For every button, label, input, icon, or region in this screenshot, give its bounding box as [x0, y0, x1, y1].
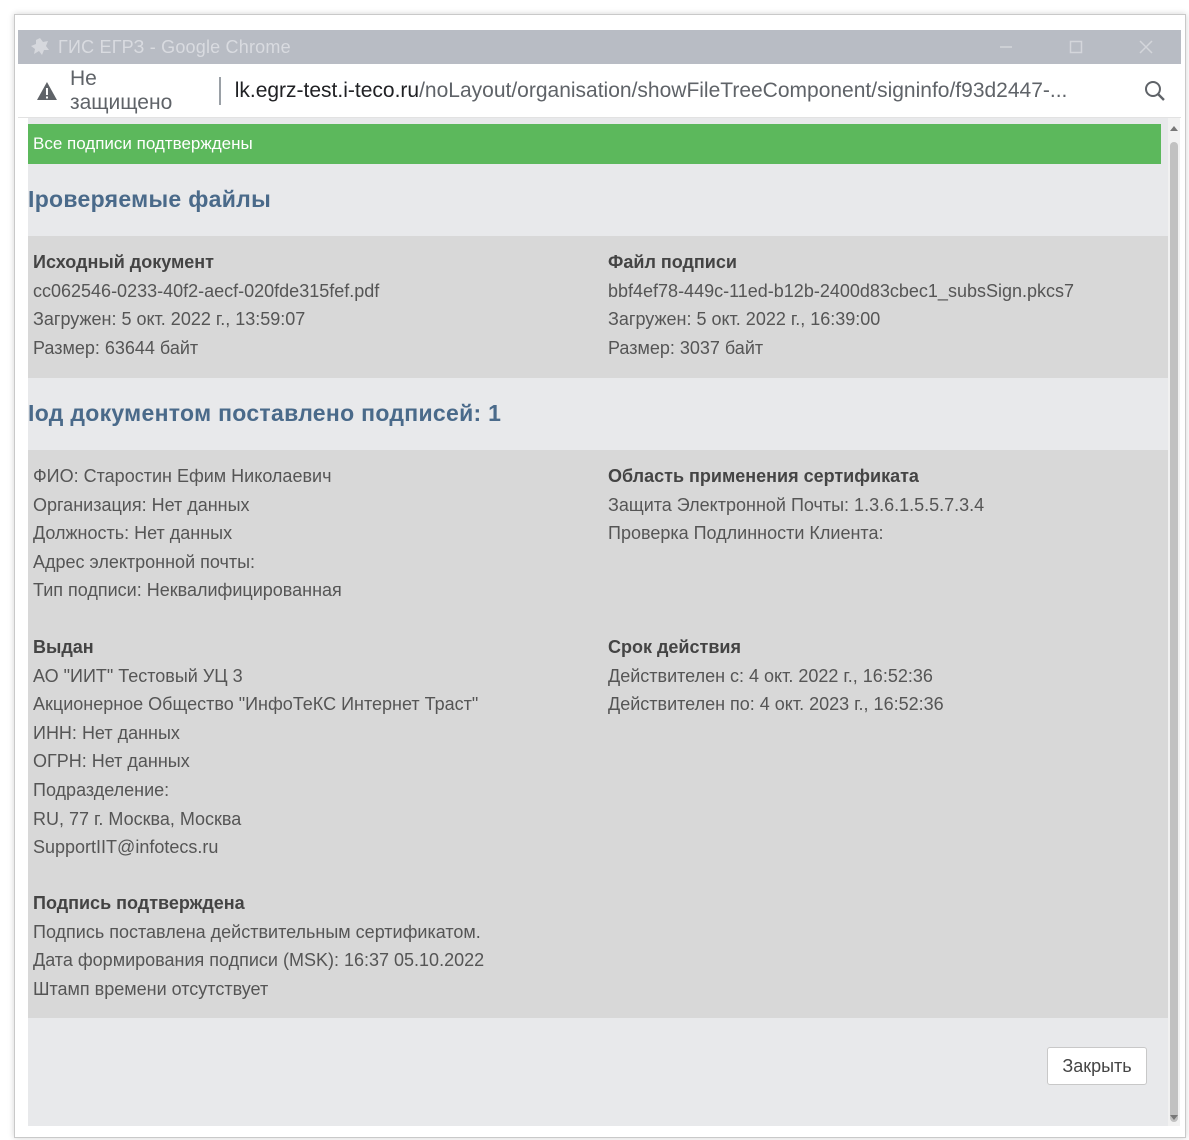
- not-secure-label[interactable]: Не защищено: [70, 67, 205, 115]
- verification-block: Подпись подтверждена Подпись поставлена …: [33, 889, 484, 1003]
- status-banner: Все подписи подтверждены: [28, 124, 1161, 164]
- url-host: lk.egrz-test.i-teco.ru: [234, 78, 420, 102]
- issuer-ogrn: ОГРН: Нет данных: [33, 751, 190, 772]
- source-document-heading: Исходный документ: [33, 252, 214, 272]
- signature-info-dialog: Все подписи подтверждены Іроверяемые фай…: [28, 118, 1168, 1126]
- zoom-icon[interactable]: [1143, 79, 1167, 103]
- signer-email: Адрес электронной почты:: [33, 551, 256, 572]
- window-title: ГИС ЕГРЗ - Google Chrome: [58, 36, 291, 57]
- maximize-button[interactable]: [1041, 30, 1111, 64]
- signer-sign-type: Тип подписи: Неквалифицированная: [33, 580, 342, 601]
- url-text[interactable]: lk.egrz-test.i-teco.ru/noLayout/organisa…: [235, 79, 1143, 103]
- validity-block: Срок действия Действителен с: 4 окт. 202…: [608, 633, 944, 719]
- validity-to: Действителен по: 4 окт. 2023 г., 16:52:3…: [608, 694, 944, 715]
- cert-scope-client-auth: Проверка Подлинности Клиента:: [608, 523, 884, 544]
- files-panel: Исходный документ cc062546-0233-40f2-aec…: [28, 236, 1168, 378]
- signer-fio: ФИО: Старостин Ефим Николаевич: [33, 466, 332, 486]
- validity-from: Действителен с: 4 окт. 2022 г., 16:52:36: [608, 665, 933, 686]
- signature-file-uploaded: Загружен: 5 окт. 2022 г., 16:39:00: [608, 309, 881, 330]
- cert-scope-email-protection: Защита Электронной Почты: 1.3.6.1.5.5.7.…: [608, 494, 985, 515]
- issuer-block: Выдан АО "ИИТ" Тестовый УЦ 3 Акционерное…: [33, 633, 478, 862]
- verification-heading: Подпись подтверждена: [33, 893, 245, 913]
- signature-file-filename: bbf4ef78-449c-11ed-b12b-2400d83cbec1_sub…: [608, 280, 1075, 301]
- issuer-location: RU, 77 г. Москва, Москва: [33, 808, 242, 829]
- maximize-icon: [1069, 40, 1083, 54]
- source-document-filename: cc062546-0233-40f2-aecf-020fde315fef.pdf: [33, 280, 380, 301]
- signer-organization: Организация: Нет данных: [33, 494, 250, 515]
- verification-line1: Подпись поставлена действительным сертиф…: [33, 921, 481, 942]
- close-window-button[interactable]: [1111, 30, 1181, 64]
- signature-file-block: Файл подписи bbf4ef78-449c-11ed-b12b-240…: [608, 248, 1074, 362]
- scrollbar-thumb[interactable]: [1170, 142, 1178, 1122]
- title-bar: ГИС ЕГРЗ - Google Chrome: [18, 30, 1181, 64]
- source-document-size: Размер: 63644 байт: [33, 337, 199, 358]
- url-path: /noLayout/organisation/showFileTreeCompo…: [419, 78, 1068, 102]
- signer-block: ФИО: Старостин Ефим Николаевич Организац…: [33, 462, 342, 605]
- source-document-uploaded: Загружен: 5 окт. 2022 г., 13:59:07: [33, 309, 306, 330]
- issuer-line2: Акционерное Общество "ИнфоТеКС Интернет …: [33, 694, 479, 715]
- signer-position: Должность: Нет данных: [33, 523, 233, 544]
- vertical-scrollbar[interactable]: [1168, 118, 1180, 1126]
- signature-file-size: Размер: 3037 байт: [608, 337, 764, 358]
- files-section-title: Іроверяемые файлы: [28, 186, 272, 212]
- cert-scope-block: Область применения сертификата Защита Эл…: [608, 462, 984, 548]
- minimize-button[interactable]: [971, 30, 1041, 64]
- app-emblem-icon: [31, 38, 49, 55]
- signature-details-panel: ФИО: Старостин Ефим Николаевич Организац…: [28, 450, 1168, 1018]
- issuer-email: SupportIIT@infotecs.ru: [33, 837, 219, 858]
- warning-icon: [36, 81, 57, 100]
- close-button[interactable]: Закрыть: [1047, 1047, 1147, 1085]
- address-bar[interactable]: Не защищено lk.egrz-test.i-teco.ru/noLay…: [18, 64, 1181, 118]
- issuer-division: Подразделение:: [33, 779, 170, 800]
- issuer-heading: Выдан: [33, 637, 94, 657]
- scroll-up-arrow-icon[interactable]: [1170, 126, 1178, 131]
- scroll-down-arrow-icon[interactable]: [1170, 1115, 1178, 1120]
- signature-file-heading: Файл подписи: [608, 252, 737, 272]
- minimize-icon: [1000, 46, 1012, 48]
- verification-line2: Дата формирования подписи (MSK): 16:37 0…: [33, 950, 485, 971]
- cert-scope-heading: Область применения сертификата: [608, 466, 919, 486]
- verification-line3: Штамп времени отсутствует: [33, 978, 269, 999]
- issuer-inn: ИНН: Нет данных: [33, 722, 180, 743]
- validity-heading: Срок действия: [608, 637, 741, 657]
- signatures-section-title: Іод документом поставлено подписей: 1: [28, 400, 502, 426]
- close-icon: [1139, 40, 1153, 54]
- issuer-line1: АО "ИИТ" Тестовый УЦ 3: [33, 665, 243, 686]
- source-document-block: Исходный документ cc062546-0233-40f2-aec…: [33, 248, 379, 362]
- address-separator: [218, 76, 221, 105]
